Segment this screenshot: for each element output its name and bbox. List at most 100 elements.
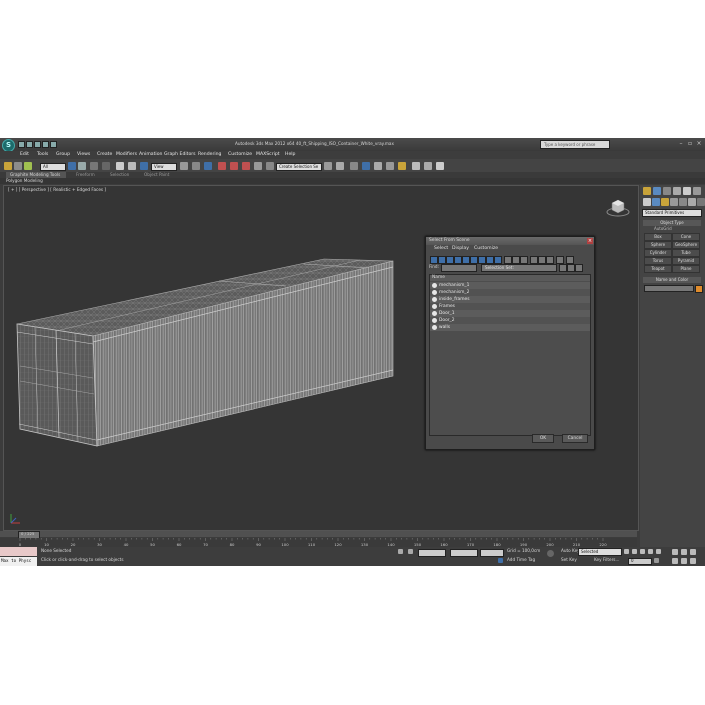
- helpers-category-icon[interactable]: [679, 198, 687, 206]
- perspective-viewport[interactable]: [ + ] [ Perspective ] [ Realistic + Edge…: [3, 185, 639, 531]
- display-groups-icon[interactable]: [478, 256, 486, 264]
- hierarchy-tab-icon[interactable]: [663, 187, 671, 195]
- find-input[interactable]: [441, 264, 477, 272]
- spinner-snap-icon[interactable]: [254, 162, 262, 170]
- find-options-icon[interactable]: [567, 264, 575, 272]
- list-item[interactable]: inside_frames: [430, 296, 590, 303]
- display-geometry-icon[interactable]: [430, 256, 438, 264]
- menu-graph-editors[interactable]: Graph Editors: [164, 152, 196, 158]
- list-item[interactable]: walls: [430, 324, 590, 331]
- dialog-menu-customize[interactable]: Customize: [474, 246, 498, 251]
- zoom-all-icon[interactable]: [681, 549, 687, 555]
- zoom-icon[interactable]: [672, 549, 678, 555]
- pivot-center-icon[interactable]: [180, 162, 188, 170]
- sphere-button[interactable]: Sphere: [644, 241, 672, 249]
- track-bar[interactable]: 0 10 20 30 40 50 60 70 80 90 100 110 120 130 140 150 160…: [0, 538, 637, 547]
- display-helpers-icon[interactable]: [462, 256, 470, 264]
- material-editor-icon[interactable]: [398, 162, 406, 170]
- display-all-icon[interactable]: [504, 256, 512, 264]
- link-icon[interactable]: [4, 162, 12, 170]
- next-frame-icon[interactable]: [648, 549, 653, 554]
- torus-button[interactable]: Torus: [644, 257, 672, 265]
- previous-frame-icon[interactable]: [632, 549, 637, 554]
- cone-button[interactable]: Cone: [672, 233, 700, 241]
- menu-maxscript[interactable]: MAXScript: [256, 152, 280, 158]
- scale-icon[interactable]: [140, 162, 148, 170]
- find-case-icon[interactable]: [559, 264, 567, 272]
- close-button[interactable]: ×: [694, 140, 704, 148]
- name-and-color-rollout[interactable]: Name and Color: [643, 277, 701, 283]
- teapot-button[interactable]: Teapot: [644, 265, 672, 273]
- selection-filter-dropdown[interactable]: All: [40, 163, 66, 171]
- list-item[interactable]: mechanism_2: [430, 289, 590, 296]
- object-type-rollout[interactable]: Object Type: [643, 220, 701, 226]
- display-tab-icon[interactable]: [683, 187, 691, 195]
- scene-object-list[interactable]: Name mechanism_1 mechanism_2 inside_fram…: [429, 274, 591, 436]
- cylinder-button[interactable]: Cylinder: [644, 249, 672, 257]
- menu-customize[interactable]: Customize: [228, 152, 252, 158]
- systems-category-icon[interactable]: [697, 198, 705, 206]
- find-clear-icon[interactable]: [575, 264, 583, 272]
- auto-key-button[interactable]: Auto Key: [561, 548, 580, 554]
- dialog-close-button[interactable]: ×: [587, 238, 593, 244]
- selection-set-dropdown[interactable]: Selection Set:: [481, 264, 557, 272]
- menu-edit[interactable]: Edit: [20, 152, 29, 158]
- motion-tab-icon[interactable]: [673, 187, 681, 195]
- bind-spacewarp-icon[interactable]: [24, 162, 32, 170]
- z-coordinate-field[interactable]: [480, 549, 504, 557]
- redo-icon[interactable]: [50, 141, 57, 148]
- move-icon[interactable]: [116, 162, 124, 170]
- rendered-frame-icon[interactable]: [424, 162, 432, 170]
- mirror-icon[interactable]: [324, 162, 332, 170]
- key-selection-dropdown[interactable]: Selected: [578, 548, 622, 556]
- select-object-icon[interactable]: [68, 162, 76, 170]
- key-filters-button[interactable]: Key Filters...: [594, 557, 619, 563]
- list-item[interactable]: Frames: [430, 303, 590, 310]
- cameras-category-icon[interactable]: [670, 198, 678, 206]
- time-slider[interactable]: 0 / 225: [0, 531, 637, 539]
- select-none-icon[interactable]: [538, 256, 546, 264]
- absolute-mode-icon[interactable]: [408, 549, 413, 554]
- display-spacewarps-icon[interactable]: [470, 256, 478, 264]
- modify-tab-icon[interactable]: [653, 187, 661, 195]
- menu-group[interactable]: Group: [56, 152, 70, 158]
- edit-named-selection-icon[interactable]: [266, 162, 274, 170]
- x-coordinate-field[interactable]: [418, 549, 446, 557]
- current-frame-field[interactable]: 0: [628, 558, 652, 565]
- render-setup-icon[interactable]: [412, 162, 420, 170]
- maxscript-input[interactable]: Max to Physc: [0, 557, 37, 566]
- maxscript-output[interactable]: [0, 547, 37, 556]
- window-crossing-icon[interactable]: [102, 162, 110, 170]
- time-configuration-icon[interactable]: [654, 558, 659, 563]
- menu-animation[interactable]: Animation: [139, 152, 162, 158]
- time-tag-icon[interactable]: [498, 558, 503, 563]
- spacewarps-category-icon[interactable]: [688, 198, 696, 206]
- render-production-icon[interactable]: [436, 162, 444, 170]
- percent-snap-icon[interactable]: [242, 162, 250, 170]
- menu-help[interactable]: Help: [285, 152, 295, 158]
- ok-button[interactable]: OK: [532, 434, 554, 443]
- zoom-extents-icon[interactable]: [690, 549, 696, 555]
- unlink-icon[interactable]: [14, 162, 22, 170]
- menu-create[interactable]: Create: [97, 152, 112, 158]
- undo-icon[interactable]: [42, 141, 49, 148]
- layer-manager-icon[interactable]: [350, 162, 358, 170]
- lights-category-icon[interactable]: [661, 198, 669, 206]
- rectangular-selection-icon[interactable]: [90, 162, 98, 170]
- display-cameras-icon[interactable]: [454, 256, 462, 264]
- open-file-icon[interactable]: [26, 141, 33, 148]
- pyramid-button[interactable]: Pyramid: [672, 257, 700, 265]
- reference-coordinate-dropdown[interactable]: View: [151, 163, 177, 171]
- go-to-end-icon[interactable]: [656, 549, 661, 554]
- select-from-scene-dialog[interactable]: Select From Scene × Select Display Custo…: [425, 236, 595, 450]
- menu-tools[interactable]: Tools: [37, 152, 48, 158]
- display-shapes-icon[interactable]: [438, 256, 446, 264]
- display-invert-icon[interactable]: [520, 256, 528, 264]
- select-manipulate-icon[interactable]: [192, 162, 200, 170]
- keyboard-shortcut-icon[interactable]: [204, 162, 212, 170]
- list-item[interactable]: Door_2: [430, 317, 590, 324]
- select-all-icon[interactable]: [530, 256, 538, 264]
- play-icon[interactable]: [640, 549, 645, 554]
- graphite-toggle-icon[interactable]: [362, 162, 370, 170]
- dialog-title-bar[interactable]: Select From Scene ×: [426, 237, 594, 245]
